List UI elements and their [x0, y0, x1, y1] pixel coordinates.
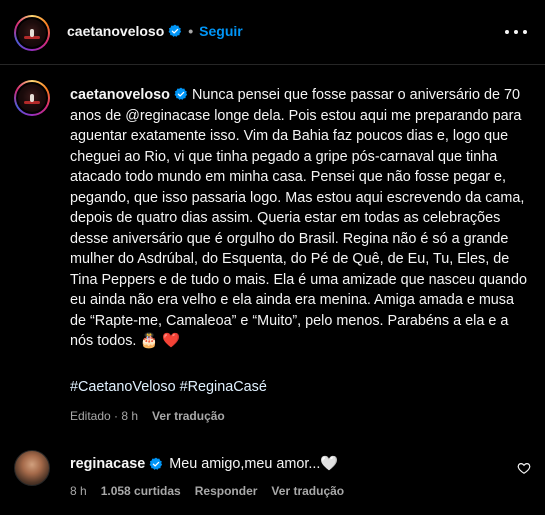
header-username[interactable]: caetanoveloso	[67, 23, 164, 39]
comment-avatar[interactable]	[14, 450, 50, 486]
caption-avatar[interactable]	[14, 80, 50, 116]
edited-time: Editado · 8 h	[70, 409, 139, 423]
verified-badge-icon	[174, 87, 188, 100]
caption-username[interactable]: caetanoveloso	[70, 87, 170, 103]
hashtag-link[interactable]: #CaetanoVeloso	[70, 379, 176, 395]
comment-time: 8 h	[70, 484, 87, 498]
caption-text: caetanoveloso Nunca pensei que fosse pass…	[70, 85, 530, 352]
reply-button[interactable]: Responder	[195, 484, 258, 498]
translate-link[interactable]: Ver tradução	[152, 409, 225, 423]
caption-meta: Editado · 8 h Ver tradução	[70, 409, 225, 423]
post-header: caetanoveloso • Seguir	[0, 0, 545, 65]
verified-badge-icon	[149, 457, 163, 470]
avatar-photo	[18, 19, 46, 47]
more-options-icon[interactable]	[505, 22, 527, 42]
comment-meta: 8 h 1.058 curtidas Responder Ver traduçã…	[70, 484, 344, 498]
verified-badge-icon	[168, 24, 182, 37]
hashtag-link[interactable]: #ReginaCasé	[180, 379, 267, 395]
profile-avatar[interactable]	[14, 15, 50, 51]
avatar-photo	[18, 84, 46, 112]
likes-count[interactable]: 1.058 curtidas	[101, 484, 181, 498]
comment-username[interactable]: reginacase	[70, 456, 145, 472]
header-user: caetanoveloso • Seguir	[67, 23, 243, 39]
heart-outline-icon[interactable]	[517, 461, 531, 475]
caption-body: Nunca pensei que fosse passar o aniversá…	[70, 87, 528, 349]
translate-link[interactable]: Ver tradução	[271, 484, 344, 498]
comment-body: Meu amigo,meu amor...🤍	[169, 456, 339, 472]
comment-text: reginacase Meu amigo,meu amor...🤍	[70, 455, 339, 473]
hashtags: #CaetanoVeloso #ReginaCasé	[70, 379, 267, 395]
separator-dot: •	[188, 23, 194, 39]
follow-button[interactable]: Seguir	[199, 23, 243, 39]
